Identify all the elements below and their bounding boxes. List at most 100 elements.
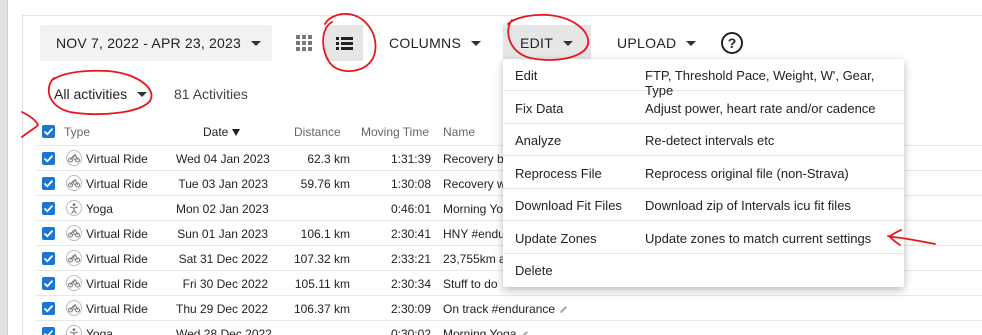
- menu-item-fix-data[interactable]: Fix Data Adjust power, heart rate and/or …: [503, 92, 904, 124]
- chevron-down-icon: [686, 40, 697, 46]
- check-icon: [43, 304, 54, 313]
- column-header-distance[interactable]: Distance: [294, 125, 341, 139]
- upload-button[interactable]: UPLOAD: [608, 25, 705, 61]
- activity-moving-time: 2:30:34: [390, 277, 431, 291]
- list-view-button[interactable]: [325, 25, 363, 61]
- chevron-down-icon: [471, 40, 482, 46]
- bike-icon: [66, 150, 82, 166]
- row-checkbox[interactable]: [42, 302, 55, 315]
- activity-name[interactable]: Stuff to do: [443, 277, 498, 291]
- activity-type: Virtual Ride: [86, 152, 148, 166]
- menu-item-download-fit-files[interactable]: Download Fit Files Download zip of Interv…: [503, 189, 904, 221]
- menu-item-delete[interactable]: Delete: [503, 254, 904, 286]
- edit-button[interactable]: EDIT: [503, 25, 591, 61]
- activity-distance: 107.32 km: [293, 252, 350, 266]
- activity-moving-time: 0:46:01: [390, 202, 431, 216]
- activity-distance: 62.3 km: [307, 152, 350, 166]
- column-header-date[interactable]: Date: [203, 125, 241, 139]
- menu-item-edit[interactable]: Edit FTP, Threshold Pace, Weight, W', Gea…: [503, 59, 904, 98]
- row-checkbox[interactable]: [42, 252, 55, 265]
- row-checkbox[interactable]: [42, 202, 55, 215]
- activity-type: Yoga: [86, 202, 113, 216]
- activity-type: Virtual Ride: [86, 302, 148, 316]
- row-checkbox[interactable]: [42, 227, 55, 240]
- help-icon[interactable]: ?: [721, 32, 743, 54]
- columns-button[interactable]: COLUMNS: [380, 25, 490, 61]
- menu-item-description: Download zip of Intervals icu fit files: [645, 198, 851, 213]
- activity-moving-time: 0:30:02: [390, 327, 431, 335]
- pencil-icon[interactable]: [520, 328, 529, 335]
- activity-filter-select[interactable]: All activities: [54, 85, 148, 103]
- row-checkbox[interactable]: [42, 277, 55, 290]
- check-icon: [43, 204, 54, 213]
- grid-view-button[interactable]: [286, 25, 322, 61]
- check-icon: [43, 154, 54, 163]
- menu-item-label: Download Fit Files: [515, 198, 622, 213]
- activity-distance: 106.37 km: [293, 302, 350, 316]
- menu-item-label: Edit: [515, 68, 538, 83]
- select-all-checkbox[interactable]: [42, 125, 55, 138]
- activity-date: Fri 30 Dec 2022: [182, 277, 268, 291]
- menu-item-label: Analyze: [515, 133, 562, 148]
- row-checkbox[interactable]: [42, 327, 55, 335]
- bike-icon: [66, 275, 82, 291]
- columns-label: COLUMNS: [389, 35, 462, 51]
- activity-distance: 106.1 km: [300, 227, 350, 241]
- edit-label: EDIT: [520, 35, 554, 51]
- activity-name[interactable]: HNY #endu: [443, 227, 505, 241]
- yoga-icon: [66, 200, 82, 216]
- chevron-down-icon: [137, 91, 148, 97]
- check-icon: [43, 279, 54, 288]
- menu-item-reprocess-file[interactable]: Reprocess File Reprocess original file (n…: [503, 157, 904, 189]
- table-row[interactable]: Virtual Ride Thu 29 Dec 2022 106.37 km 2:30…: [36, 295, 982, 320]
- activity-name[interactable]: 23,755km a: [443, 252, 506, 266]
- check-icon: [43, 329, 54, 335]
- activity-name[interactable]: Recovery w: [443, 177, 506, 191]
- activity-type: Virtual Ride: [86, 277, 148, 291]
- menu-item-description: Update zones to match current settings: [645, 230, 872, 246]
- chevron-down-icon: [250, 40, 261, 46]
- window-edge: [0, 0, 8, 335]
- grid-icon: [296, 35, 312, 51]
- check-icon: [43, 254, 54, 263]
- activity-type: Virtual Ride: [86, 177, 148, 191]
- column-header-date-label: Date: [203, 125, 229, 139]
- table-row[interactable]: Yoga Wed 28 Dec 2022 0:30:02 Morning Yoga: [36, 320, 982, 335]
- pencil-icon[interactable]: [559, 303, 568, 317]
- menu-item-label: Fix Data: [515, 100, 564, 116]
- activity-name[interactable]: Morning Yo: [443, 202, 503, 216]
- activity-type: Virtual Ride: [86, 227, 148, 241]
- row-checkbox[interactable]: [42, 152, 55, 165]
- activity-distance: 59.76 km: [300, 177, 350, 191]
- yoga-icon: [66, 325, 82, 335]
- column-header-moving-time[interactable]: Moving Time: [361, 125, 429, 139]
- menu-item-analyze[interactable]: Analyze Re-detect intervals etc: [503, 124, 904, 156]
- activity-filter-label: All activities: [54, 86, 128, 102]
- bike-icon: [66, 225, 82, 241]
- activity-date: Wed 04 Jan 2023: [176, 152, 270, 166]
- menu-item-update-zones[interactable]: Update Zones Update zones to match curren…: [503, 222, 904, 254]
- help-glyph: ?: [727, 35, 737, 51]
- activity-name[interactable]: Morning Yoga: [443, 327, 529, 335]
- bike-icon: [66, 300, 82, 316]
- activity-moving-time: 1:31:39: [390, 152, 431, 166]
- row-checkbox[interactable]: [42, 177, 55, 190]
- chevron-down-icon: [563, 40, 574, 46]
- check-icon: [43, 229, 54, 238]
- menu-item-description: Adjust power, heart rate and/or cadence: [645, 100, 876, 116]
- menu-item-label: Reprocess File: [515, 165, 602, 181]
- column-header-type[interactable]: Type: [64, 125, 90, 139]
- menu-item-label: Update Zones: [515, 230, 597, 246]
- date-range-select[interactable]: NOV 7, 2022 - APR 23, 2023: [40, 25, 272, 61]
- activity-type: Yoga: [86, 327, 113, 335]
- list-icon: [335, 36, 353, 50]
- activity-date: Sun 01 Jan 2023: [177, 227, 268, 241]
- activity-name[interactable]: Recovery by: [443, 152, 510, 166]
- activity-name[interactable]: On track #endurance: [443, 302, 568, 317]
- upload-label: UPLOAD: [617, 35, 677, 51]
- date-range-label: NOV 7, 2022 - APR 23, 2023: [56, 35, 241, 51]
- activity-moving-time: 2:30:09: [390, 302, 431, 316]
- activity-distance: 105.11 km: [294, 277, 350, 291]
- column-header-name[interactable]: Name: [443, 125, 475, 139]
- bike-icon: [66, 175, 82, 191]
